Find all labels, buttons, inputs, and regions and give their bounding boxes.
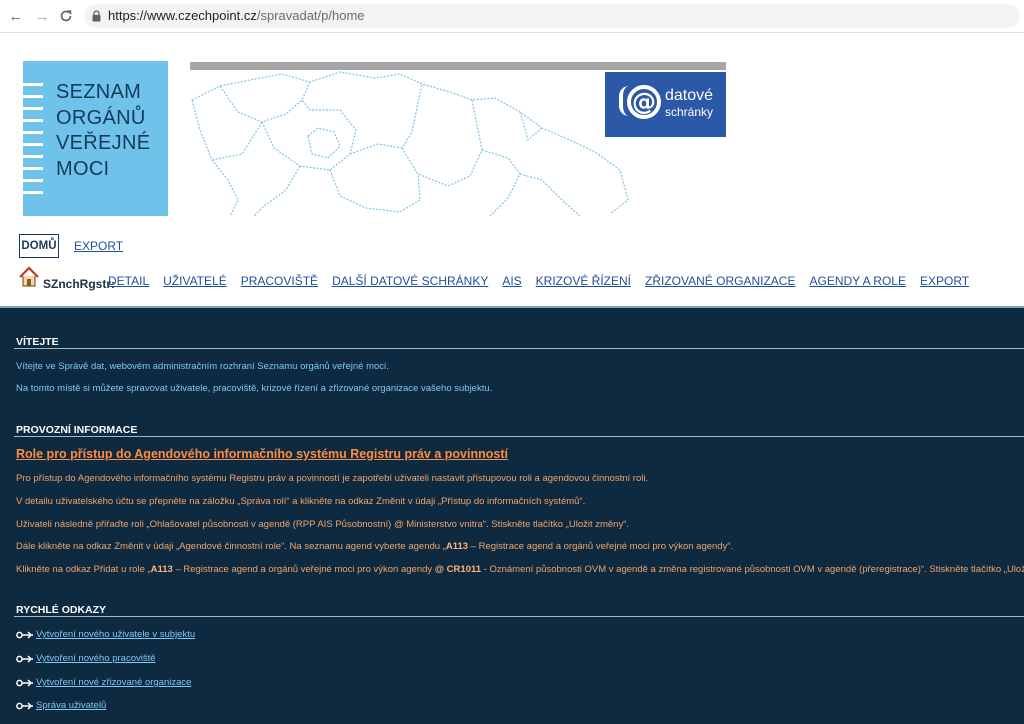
text-part: – Registrace agend a orgánů veřejné moci… bbox=[468, 541, 734, 552]
quicklink-label[interactable]: Správa uživatelů bbox=[36, 700, 106, 711]
nav-home-button[interactable]: DOMŮ bbox=[19, 234, 59, 258]
czech-regions-map bbox=[191, 71, 629, 216]
logo-line: VEŘEJNÉ bbox=[56, 132, 151, 154]
text-part: – Registrace agend a orgánů veřejné moci… bbox=[172, 564, 435, 575]
operational-text-4: Dále klikněte na odkaz Změnit v údaji „A… bbox=[16, 541, 733, 552]
text-part: Klikněte na odkaz Přidat u role „ bbox=[16, 564, 151, 575]
url-path: /spravadat/p/home bbox=[256, 8, 365, 23]
tab-other-databoxes[interactable]: DALŠÍ DATOVÉ SCHRÁNKY bbox=[332, 274, 488, 288]
tab-workplaces[interactable]: PRACOVIŠTĚ bbox=[241, 274, 318, 288]
quicklink-new-organization[interactable]: Vytvoření nové zřizované organizace bbox=[16, 677, 191, 688]
welcome-heading: VÍTEJTE bbox=[16, 336, 59, 348]
seznam-ovm-logo[interactable]: SEZNAM ORGÁNŮ VEŘEJNÉ MOCI bbox=[23, 61, 168, 216]
agenda-code: A113 bbox=[445, 541, 469, 552]
quicklinks-heading: RYCHLÉ ODKAZY bbox=[16, 604, 107, 616]
key-arrow-icon bbox=[16, 654, 33, 663]
divider bbox=[14, 616, 1024, 617]
operational-heading: PROVOZNÍ INFORMACE bbox=[16, 424, 138, 436]
text-part: - Oznámení působnosti OVM v agendě a změ… bbox=[481, 564, 1024, 575]
lock-icon bbox=[92, 10, 101, 22]
operational-text-5: Klikněte na odkaz Přidat u role „A113 – … bbox=[16, 564, 1024, 575]
agenda-code: A113 bbox=[150, 564, 173, 575]
operational-text-2: V detailu uživatelského účtu se přepněte… bbox=[16, 496, 586, 507]
at-sign-icon: @ bbox=[627, 85, 661, 119]
logo-line: ORGÁNŮ bbox=[56, 106, 146, 129]
datove-schranky-logo[interactable]: @ datové schránky bbox=[605, 72, 726, 137]
subject-tabs: DETAIL UŽIVATELÉ PRACOVIŠTĚ DALŠÍ DATOVÉ… bbox=[108, 274, 969, 288]
tab-agendas-roles[interactable]: AGENDY A ROLE bbox=[809, 274, 906, 288]
tab-crisis-management[interactable]: KRIZOVÉ ŘÍZENÍ bbox=[536, 274, 631, 288]
url-text: https://www.czechpoint.cz/spravadat/p/ho… bbox=[108, 8, 365, 23]
quicklink-label[interactable]: Vytvoření nové zřizované organizace bbox=[36, 677, 191, 688]
nav-export-link[interactable]: EXPORT bbox=[74, 239, 123, 253]
text-part: Dále klikněte na odkaz Změnit v údaji „A… bbox=[16, 541, 446, 552]
tab-detail[interactable]: DETAIL bbox=[108, 274, 149, 288]
home-icon[interactable] bbox=[18, 266, 40, 288]
reload-icon[interactable] bbox=[56, 6, 76, 26]
logo-line: MOCI bbox=[56, 157, 110, 180]
ds-logo-line1: datové bbox=[665, 87, 714, 104]
logo-text: SEZNAM ORGÁNŮ VEŘEJNÉ MOCI bbox=[56, 80, 150, 182]
operational-text-1: Pro přístup do Agendového informačního s… bbox=[16, 473, 649, 484]
tab-export[interactable]: EXPORT bbox=[920, 274, 969, 288]
operational-text-3: Uživateli následně přiřaďte roli „Ohlašo… bbox=[16, 519, 630, 530]
quicklink-user-management[interactable]: Správa uživatelů bbox=[16, 700, 106, 711]
ds-logo-line2: schránky bbox=[665, 105, 714, 119]
subject-code: SZnchRgstr: bbox=[43, 277, 115, 291]
forward-icon[interactable]: → bbox=[32, 6, 52, 26]
key-arrow-icon bbox=[16, 701, 33, 710]
tab-ais[interactable]: AIS bbox=[502, 274, 521, 288]
key-arrow-icon bbox=[16, 630, 33, 639]
browser-toolbar: ← → https://www.czechpoint.cz/spravadat/… bbox=[0, 0, 1024, 33]
quicklink-new-user[interactable]: Vytvoření nového uživatele v subjektu bbox=[16, 629, 195, 640]
welcome-text-2: Na tomto místě si můžete spravovat uživa… bbox=[16, 383, 493, 394]
back-icon[interactable]: ← bbox=[6, 6, 26, 26]
role-access-title[interactable]: Role pro přístup do Agendového informačn… bbox=[16, 447, 508, 461]
welcome-text-1: Vítejte ve Správě dat, webovém administr… bbox=[16, 361, 389, 372]
divider bbox=[14, 436, 1024, 437]
activity-code: @ CR1011 bbox=[434, 564, 482, 575]
url-host: https://www.czechpoint.cz bbox=[108, 8, 257, 23]
divider bbox=[14, 348, 1024, 349]
logo-stripes bbox=[23, 61, 45, 216]
tab-users[interactable]: UŽIVATELÉ bbox=[163, 274, 227, 288]
logo-line: SEZNAM bbox=[56, 81, 142, 103]
tab-established-organizations[interactable]: ZŘIZOVANÉ ORGANIZACE bbox=[645, 274, 795, 288]
quicklink-label[interactable]: Vytvoření nového uživatele v subjektu bbox=[36, 629, 195, 640]
quicklink-label[interactable]: Vytvoření nového pracoviště bbox=[36, 653, 156, 664]
key-arrow-icon bbox=[16, 678, 33, 687]
header-bar bbox=[190, 62, 726, 70]
address-bar[interactable]: https://www.czechpoint.cz/spravadat/p/ho… bbox=[84, 4, 1020, 28]
quicklink-new-workplace[interactable]: Vytvoření nového pracoviště bbox=[16, 653, 156, 664]
